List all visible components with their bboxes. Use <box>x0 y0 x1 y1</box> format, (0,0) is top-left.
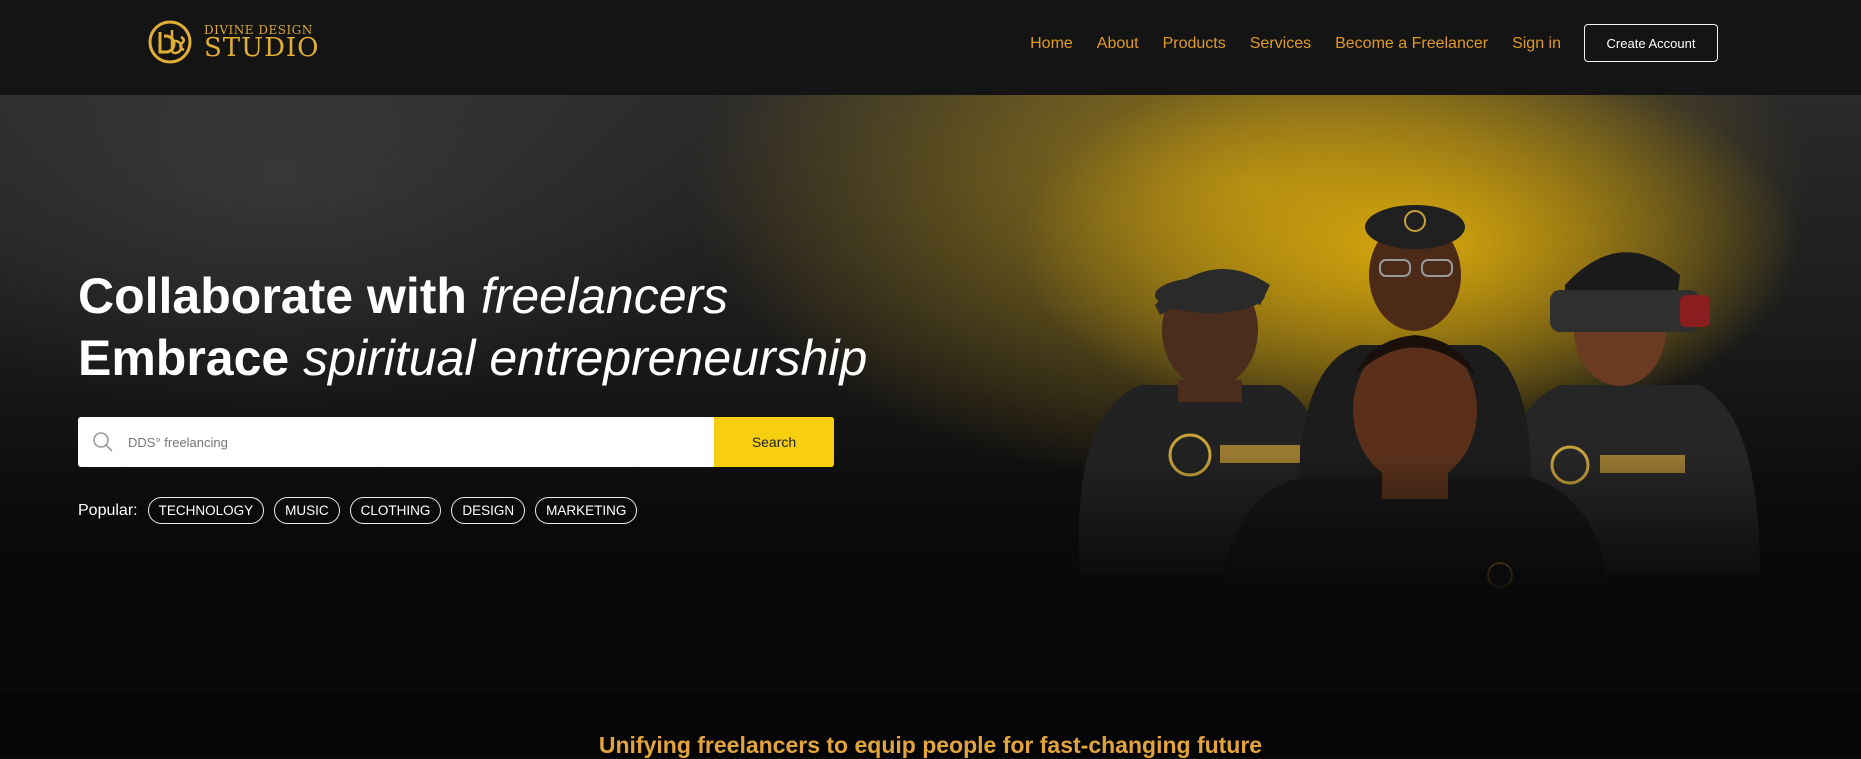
tag-marketing[interactable]: MARKETING <box>535 497 638 524</box>
create-account-button[interactable]: Create Account <box>1584 24 1718 62</box>
tagline: Unifying freelancers to equip people for… <box>598 732 1263 758</box>
search-icon <box>93 432 113 452</box>
headline-line1-bold: Collaborate with <box>78 268 467 324</box>
popular-tags: Popular: TECHNOLOGY MUSIC CLOTHING DESIG… <box>78 497 638 524</box>
nav-home[interactable]: Home <box>1030 35 1073 53</box>
headline-line2-italic: spiritual entrepreneurship <box>303 330 868 386</box>
nav-sign-in[interactable]: Sign in <box>1512 35 1561 53</box>
nav-become-freelancer[interactable]: Become a Freelancer <box>1335 35 1488 53</box>
hero-section: Collaborate with freelancers Embrace spi… <box>0 95 1861 694</box>
tag-clothing[interactable]: CLOTHING <box>349 497 442 524</box>
hero-headline: Collaborate with freelancers Embrace spi… <box>78 265 867 389</box>
headline-line2-bold: Embrace <box>78 330 290 386</box>
nav-services[interactable]: Services <box>1250 35 1311 53</box>
tagline-band: Unifying freelancers to equip people for… <box>0 694 1861 758</box>
search-bar: Search <box>78 417 834 467</box>
brand-name-line2: STUDIO <box>204 32 320 63</box>
dds-monogram-icon <box>148 20 192 64</box>
hero-bottom-fade <box>0 455 1861 694</box>
nav-products[interactable]: Products <box>1163 35 1226 53</box>
brand-wordmark: DIVINE DESIGN STUDIO <box>204 24 320 61</box>
brand-logo[interactable]: DIVINE DESIGN STUDIO <box>144 20 320 64</box>
tag-technology[interactable]: TECHNOLOGY <box>147 497 265 524</box>
tag-music[interactable]: MUSIC <box>274 497 340 524</box>
headline-line1-italic: freelancers <box>480 268 729 324</box>
search-input[interactable] <box>114 417 714 467</box>
search-button[interactable]: Search <box>714 417 834 467</box>
main-nav: Home About Products Services Become a Fr… <box>1030 0 1561 88</box>
navbar: DIVINE DESIGN STUDIO Home About Products… <box>0 0 1861 95</box>
tag-design[interactable]: DESIGN <box>451 497 526 524</box>
nav-about[interactable]: About <box>1097 35 1139 53</box>
popular-label: Popular: <box>78 501 138 519</box>
